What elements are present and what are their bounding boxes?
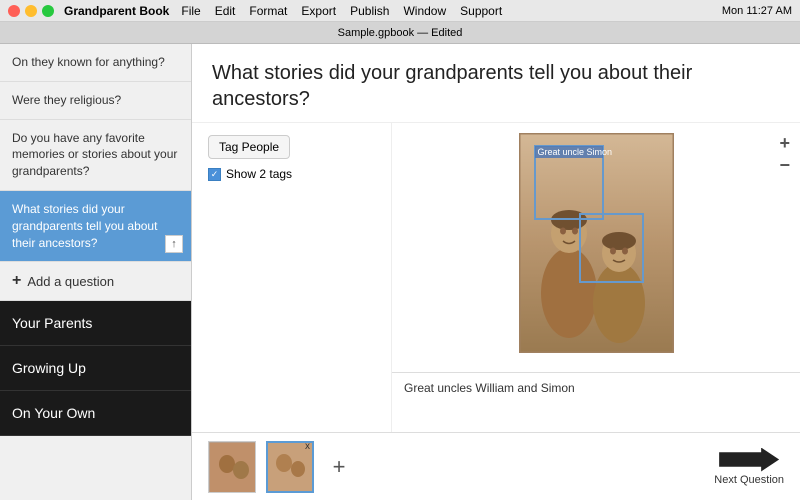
next-question-button[interactable]: Next Question [714,448,784,486]
plus-icon: + [12,272,21,290]
add-question-label: Add a question [27,274,114,289]
menu-support[interactable]: Support [460,4,502,18]
menu-window[interactable]: Window [403,4,446,18]
thumbnail-1[interactable] [208,441,256,493]
content-header: What stories did your grandparents tell … [192,44,800,123]
tab-label: Sample.gpbook — Edited [338,27,463,39]
photo-area: + − [392,123,800,372]
sidebar-section-growing-up[interactable]: Growing Up [0,346,191,391]
close-button[interactable] [8,5,20,17]
time-display: Mon 11:27 AM [722,5,792,17]
caption-text: Great uncles William and Simon [404,381,575,395]
sidebar-question-4[interactable]: What stories did your grandparents tell … [0,191,191,262]
remove-tag-button[interactable]: − [779,155,790,176]
thumbnail-close-icon[interactable]: x [305,441,310,452]
menu-items: File Edit Format Export Publish Window S… [181,4,722,18]
add-tag-button[interactable]: + [779,133,790,154]
maximize-button[interactable] [42,5,54,17]
photo-container: Great uncle Simon [519,133,674,353]
menu-export[interactable]: Export [301,4,336,18]
content-right-panel: + − [392,123,800,432]
tag-box-1: Great uncle Simon [534,145,604,220]
menubar: Grandparent Book File Edit Format Export… [0,0,800,22]
show-tags-checkbox[interactable]: ✓ [208,168,221,181]
sidebar-question-3[interactable]: Do you have any favorite memories or sto… [0,120,191,191]
add-photo-button[interactable]: + [324,452,354,482]
tag-label-1: Great uncle Simon [535,146,603,158]
upload-icon[interactable]: ↑ [165,235,183,253]
tag-people-button[interactable]: Tag People [208,135,290,159]
add-question-button[interactable]: + Add a question [0,262,191,301]
show-tags-row: ✓ Show 2 tags [208,167,375,181]
tabbar: Sample.gpbook — Edited [0,22,800,44]
menu-format[interactable]: Format [249,4,287,18]
content-left-panel: Tag People ✓ Show 2 tags [192,123,392,432]
sidebar-question-1[interactable]: On they known for anything? [0,44,191,82]
content-area: What stories did your grandparents tell … [192,44,800,500]
menu-edit[interactable]: Edit [215,4,236,18]
minimize-button[interactable] [25,5,37,17]
sidebar-section-on-your-own[interactable]: On Your Own [0,391,191,436]
thumbnail-2[interactable]: x [266,441,314,493]
photo-image[interactable]: Great uncle Simon [519,133,674,353]
sidebar-question-2[interactable]: Were they religious? [0,82,191,120]
content-body: Tag People ✓ Show 2 tags + − [192,123,800,432]
tag-box-2 [579,213,644,283]
next-question-label: Next Question [714,474,784,486]
main-area: On they known for anything? Were they re… [0,44,800,500]
menu-file[interactable]: File [181,4,200,18]
menu-publish[interactable]: Publish [350,4,389,18]
next-arrow-icon [719,448,779,472]
menubar-right: Mon 11:27 AM [722,5,792,17]
show-tags-label: Show 2 tags [226,167,292,181]
bottom-strip: x + Next Question [192,432,800,500]
sidebar-section-your-parents[interactable]: Your Parents [0,301,191,346]
traffic-lights [8,5,54,17]
content-title: What stories did your grandparents tell … [212,60,780,112]
app-name: Grandparent Book [64,4,169,18]
sidebar: On they known for anything? Were they re… [0,44,192,500]
thumbnail-1-img [209,442,256,493]
caption-area[interactable]: Great uncles William and Simon [392,372,800,432]
